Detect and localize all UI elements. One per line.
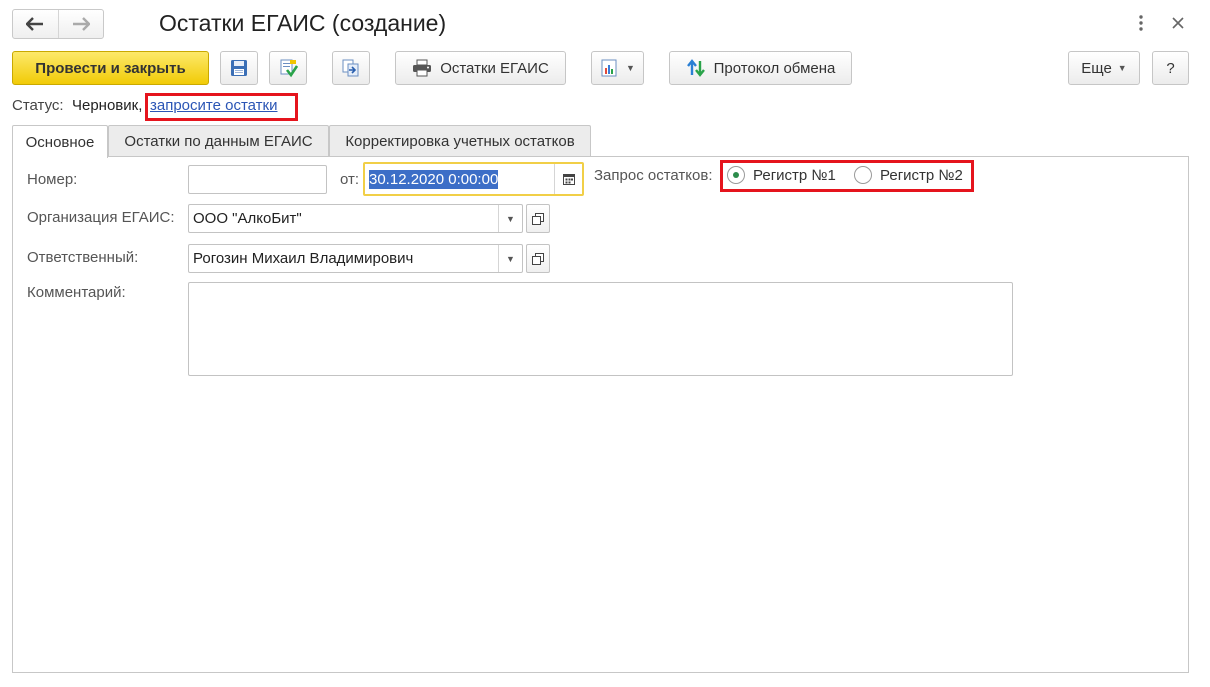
- tab-correction[interactable]: Корректировка учетных остатков: [329, 125, 591, 157]
- create-based-on-button[interactable]: [332, 51, 370, 85]
- arrow-right-icon: [72, 17, 90, 31]
- print-button[interactable]: Остатки ЕГАИС: [395, 51, 566, 85]
- register2-option[interactable]: Регистр №2: [854, 166, 963, 184]
- responsible-field[interactable]: Рогозин Михаил Владимирович ▼: [188, 244, 523, 273]
- report-icon: [601, 59, 617, 77]
- org-dropdown-button[interactable]: ▼: [498, 205, 522, 232]
- responsible-dropdown-button[interactable]: ▼: [498, 245, 522, 272]
- post-button[interactable]: [269, 51, 307, 85]
- date-label: от:: [340, 171, 360, 188]
- org-open-button[interactable]: [526, 204, 550, 233]
- help-button[interactable]: ?: [1152, 51, 1189, 85]
- arrow-left-icon: [26, 17, 44, 31]
- register2-radio[interactable]: [854, 166, 872, 184]
- main-tab-panel: [12, 156, 1189, 673]
- comment-label: Комментарий:: [27, 284, 126, 301]
- register1-label: Регистр №1: [753, 166, 836, 184]
- vertical-dots-icon: [1139, 15, 1143, 31]
- chevron-down-icon: ▼: [506, 213, 515, 224]
- responsible-value: Рогозин Михаил Владимирович: [193, 250, 414, 267]
- printer-icon: [413, 59, 432, 77]
- number-label: Номер:: [27, 171, 78, 188]
- window-title: Остатки ЕГАИС (создание): [159, 10, 447, 36]
- back-button[interactable]: [13, 10, 58, 38]
- save-button[interactable]: [220, 51, 258, 85]
- close-button[interactable]: [1167, 12, 1189, 34]
- print-button-label: Остатки ЕГАИС: [440, 59, 549, 77]
- calendar-button[interactable]: [554, 164, 582, 194]
- chevron-down-icon: ▼: [506, 253, 515, 264]
- open-form-icon: [532, 252, 544, 265]
- exchange-arrows-icon: [686, 59, 705, 77]
- close-icon: [1172, 17, 1184, 29]
- date-value: 30.12.2020 0:00:00: [369, 169, 499, 189]
- post-document-icon: [280, 59, 298, 78]
- register1-radio[interactable]: [727, 166, 745, 184]
- status-value: Черновик,: [72, 97, 143, 114]
- comment-textarea[interactable]: [188, 282, 1013, 376]
- open-form-icon: [532, 212, 544, 225]
- forward-button[interactable]: [57, 10, 104, 38]
- floppy-disk-icon: [231, 60, 247, 76]
- chevron-down-icon: ▼: [626, 63, 635, 73]
- status-label: Статус:: [12, 97, 64, 114]
- radio-selected-dot: [733, 172, 739, 178]
- responsible-label: Ответственный:: [27, 249, 139, 266]
- tab-main[interactable]: Основное: [12, 125, 108, 158]
- register2-label: Регистр №2: [880, 166, 963, 184]
- number-field[interactable]: [188, 165, 327, 194]
- more-button-label: Еще: [1081, 59, 1112, 77]
- responsible-open-button[interactable]: [526, 244, 550, 273]
- post-and-close-button[interactable]: Провести и закрыть: [12, 51, 209, 85]
- more-actions-button[interactable]: [1130, 12, 1152, 34]
- register1-option[interactable]: Регистр №1: [727, 166, 836, 184]
- exchange-log-label: Протокол обмена: [713, 59, 836, 77]
- exchange-log-button[interactable]: Протокол обмена: [669, 51, 852, 85]
- chevron-down-icon: ▼: [1117, 63, 1127, 73]
- date-field[interactable]: 30.12.2020 0:00:00: [363, 162, 584, 196]
- request-label: Запрос остатков:: [594, 167, 713, 184]
- history-nav: [12, 9, 104, 39]
- link-highlight-box: [145, 93, 298, 121]
- calendar-icon: [562, 174, 575, 185]
- create-based-on-icon: [342, 59, 359, 77]
- more-button[interactable]: Еще ▼: [1068, 51, 1140, 85]
- tab-egais-balances[interactable]: Остатки по данным ЕГАИС: [108, 125, 329, 157]
- reports-dropdown-button[interactable]: ▼: [591, 51, 644, 85]
- org-value: ООО "АлкоБит": [193, 210, 302, 227]
- org-field[interactable]: ООО "АлкоБит" ▼: [188, 204, 523, 233]
- org-label: Организация ЕГАИС:: [27, 209, 175, 226]
